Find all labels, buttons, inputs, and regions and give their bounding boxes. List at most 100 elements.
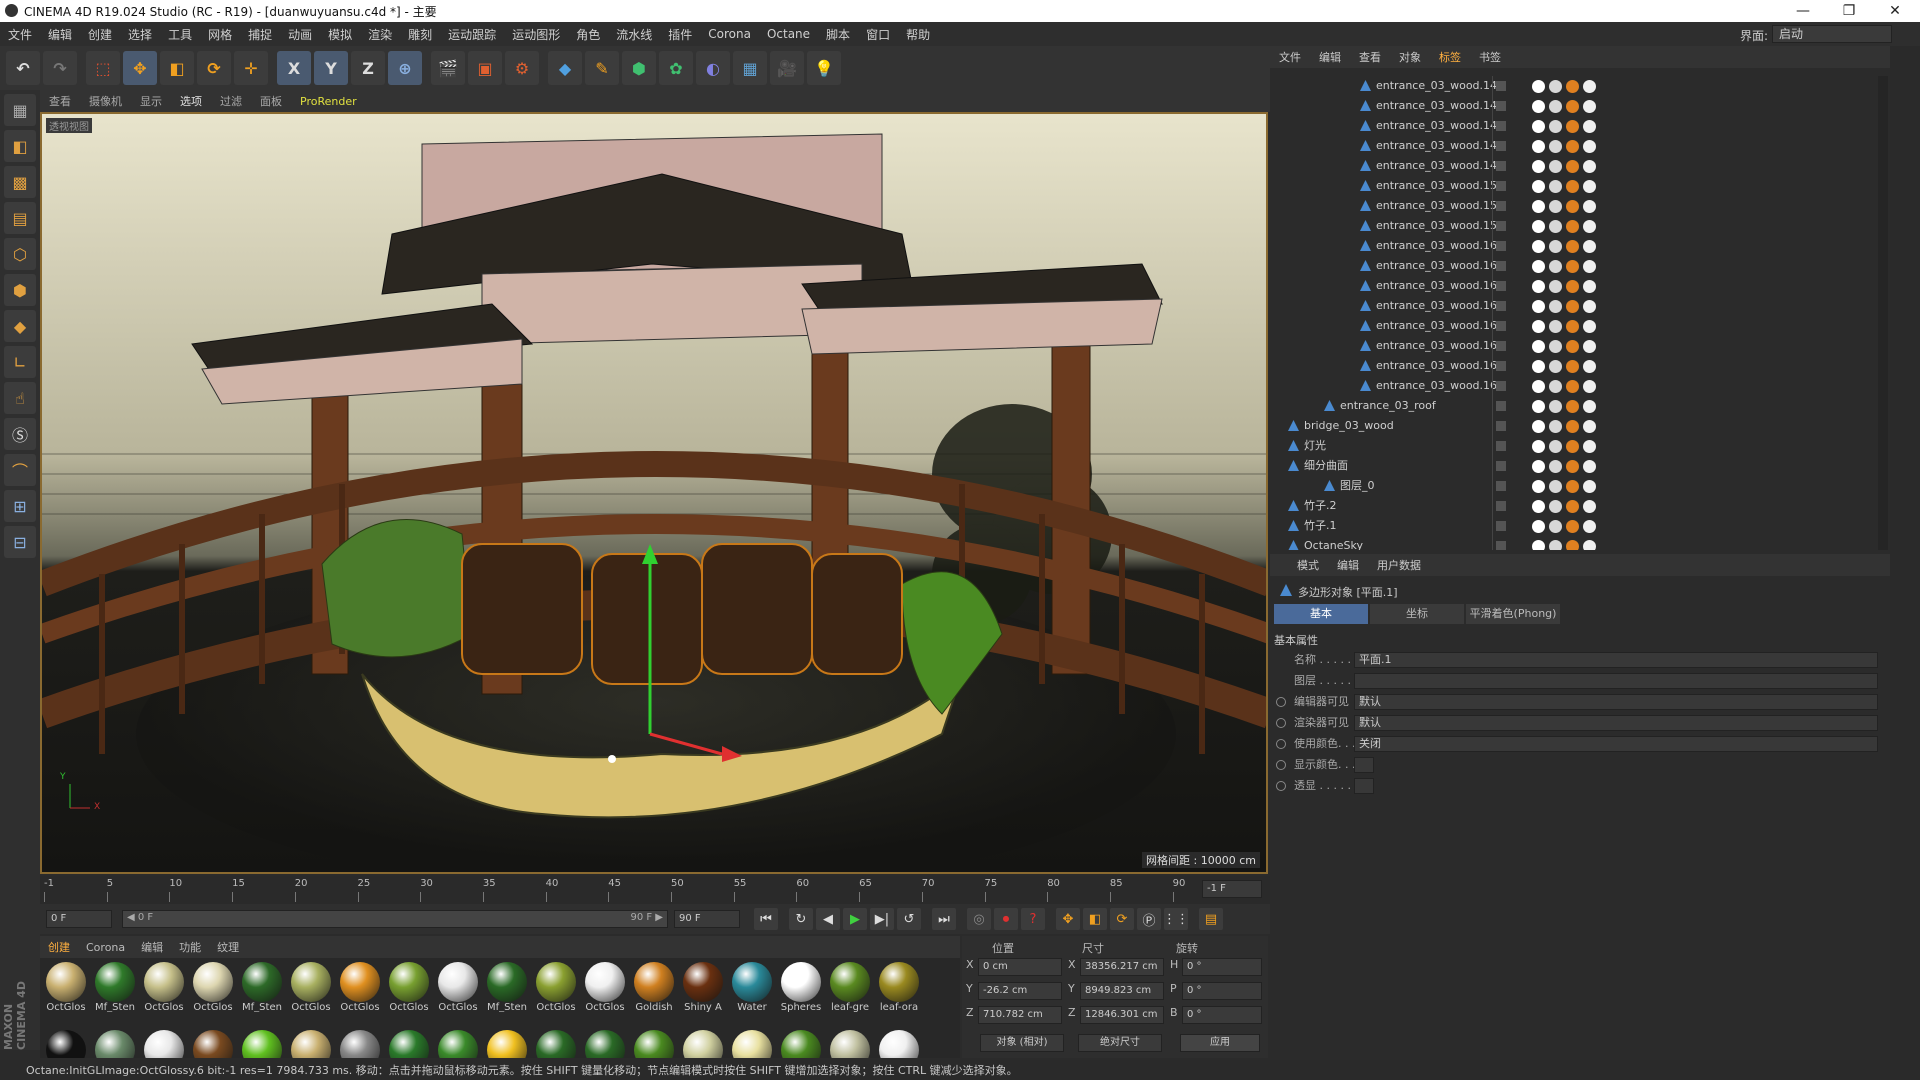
restore-icon[interactable]: ❐ (1826, 0, 1872, 22)
coord-rot[interactable]: 0 ° (1182, 982, 1262, 1000)
material-tag-icon[interactable] (1549, 160, 1562, 173)
object-menu-item[interactable]: 文件 (1270, 49, 1310, 65)
visibility-toggle[interactable] (1496, 81, 1506, 91)
material-tag-icon[interactable] (1566, 500, 1579, 513)
material-tag-icon[interactable] (1532, 340, 1545, 353)
menu-item[interactable]: Octane (759, 27, 818, 41)
render-settings-icon[interactable]: ⚙ (505, 51, 539, 85)
material-swatch[interactable] (779, 1030, 823, 1058)
solo-icon[interactable]: ⊟ (4, 526, 36, 558)
attribute-menu-item[interactable]: 模式 (1288, 557, 1328, 573)
material-swatch[interactable]: Shiny A (681, 962, 725, 1012)
coords-mode-select[interactable]: 对象 (相对) (980, 1034, 1064, 1052)
play-icon[interactable]: ▶ (843, 908, 867, 930)
y-axis-lock[interactable]: Y (314, 51, 348, 85)
material-tag-icon[interactable] (1566, 300, 1579, 313)
material-tag-icon[interactable] (1583, 280, 1596, 293)
material-tag-icon[interactable] (1549, 220, 1562, 233)
menu-item[interactable]: 选择 (120, 26, 160, 43)
prev-frame-icon[interactable]: ◀ (816, 908, 840, 930)
material-tag-icon[interactable] (1583, 440, 1596, 453)
material-tag-icon[interactable] (1566, 120, 1579, 133)
end-frame-field[interactable]: 90 F (674, 910, 740, 928)
object-row[interactable]: 图层_0 (1270, 476, 1880, 496)
material-tag-icon[interactable] (1532, 380, 1545, 393)
camera-icon[interactable]: 🎥 (770, 51, 804, 85)
material-tag-icon[interactable] (1549, 480, 1562, 493)
object-row[interactable]: entrance_03_wood.142 (1270, 76, 1880, 96)
material-tag-icon[interactable] (1583, 120, 1596, 133)
coord-size[interactable]: 8949.823 cm (1080, 982, 1164, 1000)
material-tag-icon[interactable] (1549, 120, 1562, 133)
material-swatch[interactable] (485, 1030, 529, 1058)
material-tag-icon[interactable] (1532, 420, 1545, 433)
object-row[interactable]: 灯光 (1270, 436, 1880, 456)
render-picture-viewer-icon[interactable]: ▣ (468, 51, 502, 85)
start-frame-field[interactable]: 0 F (46, 910, 112, 928)
material-tag-icon[interactable] (1532, 460, 1545, 473)
keyframe-icon[interactable]: ◎ (967, 908, 991, 930)
object-row[interactable]: entrance_03_wood.160 (1270, 236, 1880, 256)
visibility-toggle[interactable] (1496, 441, 1506, 451)
lock-workplane-icon[interactable]: ⊞ (4, 490, 36, 522)
texture-mode-icon[interactable]: ▩ (4, 166, 36, 198)
material-tag-icon[interactable] (1549, 500, 1562, 513)
material-tag-icon[interactable] (1549, 80, 1562, 93)
visibility-toggle[interactable] (1496, 241, 1506, 251)
material-swatch[interactable]: Water (730, 962, 774, 1012)
key-param-icon[interactable]: Ⓟ (1137, 908, 1161, 930)
material-tag-icon[interactable] (1583, 420, 1596, 433)
visibility-toggle[interactable] (1496, 521, 1506, 531)
material-tag-icon[interactable] (1549, 180, 1562, 193)
material-tag-icon[interactable] (1532, 480, 1545, 493)
material-tag-icon[interactable] (1583, 140, 1596, 153)
material-tag-icon[interactable] (1532, 300, 1545, 313)
material-tag-icon[interactable] (1549, 200, 1562, 213)
animation-radio[interactable] (1276, 781, 1286, 791)
material-swatch[interactable]: OctGlos (44, 962, 88, 1012)
material-tag-icon[interactable] (1549, 300, 1562, 313)
material-tag-icon[interactable] (1583, 180, 1596, 193)
light-icon[interactable]: 💡 (807, 51, 841, 85)
menu-item[interactable]: 网格 (200, 26, 240, 43)
goto-start-icon[interactable]: ⏮ (754, 908, 778, 930)
attribute-tab[interactable]: 坐标 (1370, 604, 1464, 624)
model-mode-icon[interactable]: ◧ (4, 130, 36, 162)
material-tag-icon[interactable] (1549, 280, 1562, 293)
material-tag-icon[interactable] (1532, 280, 1545, 293)
material-swatch[interactable]: Spheres (779, 962, 823, 1012)
material-swatch[interactable] (436, 1030, 480, 1058)
material-tag-icon[interactable] (1566, 320, 1579, 333)
cube-icon[interactable]: ◆ (548, 51, 582, 85)
material-menu-item[interactable]: 编辑 (133, 939, 171, 955)
visibility-toggle[interactable] (1496, 461, 1506, 471)
material-menu-item[interactable]: 功能 (171, 939, 209, 955)
material-tag-icon[interactable] (1566, 180, 1579, 193)
loop-forward-icon[interactable]: ↺ (897, 908, 921, 930)
material-tag-icon[interactable] (1583, 300, 1596, 313)
attribute-value[interactable]: 默认 (1354, 694, 1878, 710)
object-row[interactable]: 竹子.1 (1270, 516, 1880, 536)
object-menu-item[interactable]: 编辑 (1310, 49, 1350, 65)
visibility-toggle[interactable] (1496, 401, 1506, 411)
viewport-menu-item[interactable]: 面板 (251, 93, 291, 109)
deformer-icon[interactable]: ◐ (696, 51, 730, 85)
visibility-toggle[interactable] (1496, 181, 1506, 191)
coord-pos[interactable]: 710.782 cm (978, 1006, 1062, 1024)
material-tag-icon[interactable] (1532, 520, 1545, 533)
viewport-menu-item[interactable]: 过滤 (211, 93, 251, 109)
material-swatch[interactable]: OctGlos (142, 962, 186, 1012)
material-tag-icon[interactable] (1549, 260, 1562, 273)
menu-item[interactable]: 窗口 (858, 26, 898, 43)
visibility-toggle[interactable] (1496, 221, 1506, 231)
material-tag-icon[interactable] (1583, 200, 1596, 213)
coordinate-system-icon[interactable]: ⊕ (388, 51, 422, 85)
material-tag-icon[interactable] (1566, 420, 1579, 433)
polygons-mode-icon[interactable]: ◆ (4, 310, 36, 342)
timeline-window-icon[interactable]: ▤ (1199, 908, 1223, 930)
material-tag-icon[interactable] (1532, 220, 1545, 233)
material-swatch[interactable] (632, 1030, 676, 1058)
material-tag-icon[interactable] (1583, 460, 1596, 473)
visibility-toggle[interactable] (1496, 301, 1506, 311)
visibility-toggle[interactable] (1496, 321, 1506, 331)
